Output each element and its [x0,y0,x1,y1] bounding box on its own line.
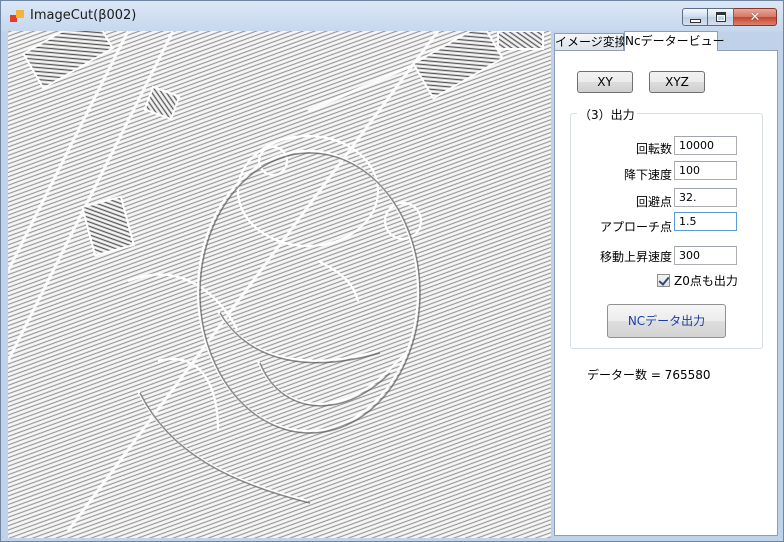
data-count-text: データー数 = 765580 [587,368,711,382]
minimize-icon [689,18,701,23]
maximize-button[interactable] [708,8,734,26]
descent-speed-label: 降下速度 [623,168,672,182]
xy-button[interactable]: XY [577,71,633,93]
app-window: ImageCut(β002) ✕ イメージ変換 Ncデータービュー XY XYZ… [0,0,784,542]
relief-image [8,31,551,538]
z0-output-checkbox[interactable] [657,274,670,287]
nc-output-button[interactable]: NCデータ出力 [607,304,726,338]
maximize-icon [715,12,726,22]
move-up-speed-label: 移動上昇速度 [599,250,672,264]
output-group: （3）出力 回転数 10000 降下速度 100 回避点 32. アプローチ点 … [570,106,763,349]
avoid-point-label: 回避点 [635,195,672,209]
rotation-label: 回転数 [635,142,672,156]
avoid-point-input[interactable]: 32. [674,188,737,207]
close-icon: ✕ [749,9,761,25]
caption-buttons: ✕ [682,8,777,28]
approach-point-input[interactable]: 1.5 [674,212,737,231]
z0-output-option[interactable]: Z0点も出力 [657,272,738,289]
window-title: ImageCut(β002) [30,8,137,23]
nc-data-view-panel: XY XYZ （3）出力 回転数 10000 降下速度 100 回避点 32. … [554,50,778,536]
approach-point-label: アプローチ点 [599,220,672,234]
tab-image-conversion[interactable]: イメージ変換 [554,33,627,50]
relief-image-view [8,31,551,538]
descent-speed-input[interactable]: 100 [674,161,737,180]
tab-nc-data-view[interactable]: Ncデータービュー [624,31,725,51]
move-up-speed-input[interactable]: 300 [674,246,737,265]
app-icon [10,10,24,23]
z0-output-label: Z0点も出力 [674,274,738,288]
minimize-button[interactable] [682,8,708,26]
xyz-button[interactable]: XYZ [649,71,705,93]
title-bar[interactable]: ImageCut(β002) ✕ [1,1,783,31]
rotation-input[interactable]: 10000 [674,136,737,155]
output-group-title: （3）出力 [577,106,637,123]
close-button[interactable]: ✕ [734,8,777,26]
